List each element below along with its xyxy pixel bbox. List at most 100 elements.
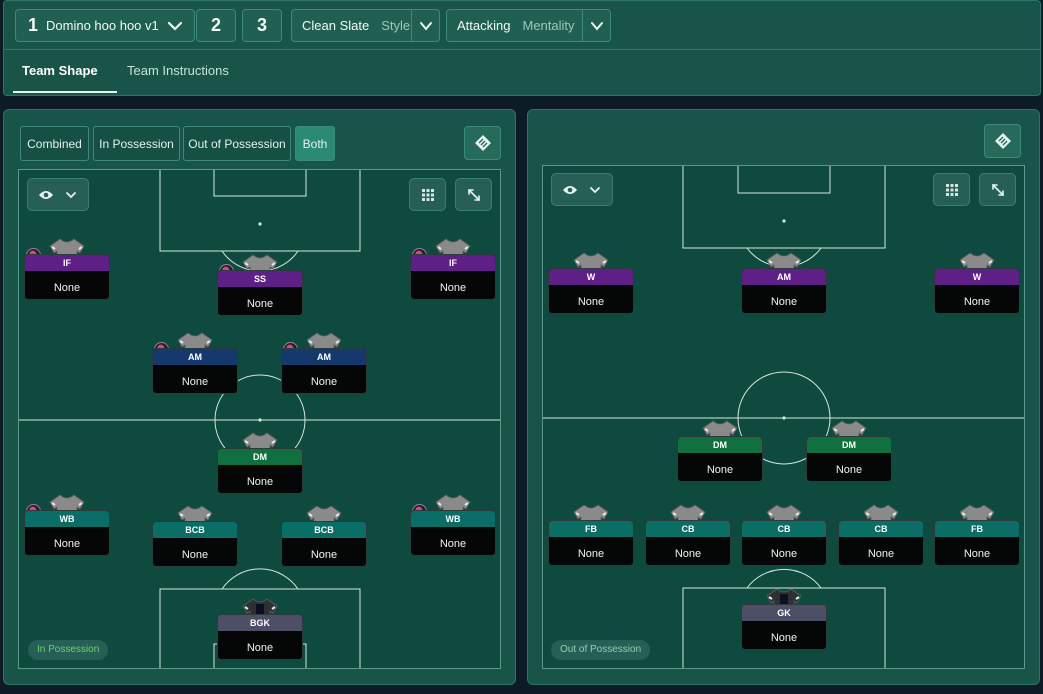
- player-card[interactable]: W None: [934, 268, 1020, 314]
- player-role: W: [549, 269, 633, 285]
- player-role: IF: [25, 255, 109, 271]
- player-role: SS: [218, 271, 302, 287]
- player-card[interactable]: CB None: [645, 520, 731, 566]
- player-slot[interactable]: AM None: [741, 252, 827, 314]
- player-card[interactable]: DM None: [677, 436, 763, 482]
- style-value: Clean Slate: [302, 18, 370, 33]
- player-card[interactable]: W None: [548, 268, 634, 314]
- right-grid-button[interactable]: [933, 173, 970, 206]
- player-role: AM: [153, 349, 237, 365]
- player-slot[interactable]: IF None: [24, 238, 110, 300]
- player-card[interactable]: IF None: [410, 254, 496, 300]
- player-slot[interactable]: IF None: [410, 238, 496, 300]
- player-slot[interactable]: DM None: [217, 432, 303, 494]
- left-pitch-options-button[interactable]: [464, 126, 501, 160]
- player-card[interactable]: DM None: [217, 448, 303, 494]
- player-slot[interactable]: WB None: [24, 494, 110, 556]
- expand-icon: [467, 188, 480, 201]
- pitch-diamond-icon: [474, 135, 491, 151]
- player-duty: None: [963, 296, 991, 308]
- tactic-slot-3-button[interactable]: 3: [242, 9, 282, 42]
- player-role: W: [935, 269, 1019, 285]
- player-card[interactable]: CB None: [741, 520, 827, 566]
- player-card[interactable]: CB None: [838, 520, 924, 566]
- player-slot[interactable]: BGK None: [217, 598, 303, 660]
- player-slot[interactable]: DM None: [806, 420, 892, 482]
- player-slot[interactable]: W None: [934, 252, 1020, 314]
- tactic-slot-2-button[interactable]: 2: [196, 9, 236, 42]
- player-card[interactable]: SS None: [217, 270, 303, 316]
- player-role: AM: [742, 269, 826, 285]
- player-card[interactable]: BCB None: [281, 521, 367, 567]
- player-duty: None: [246, 476, 274, 488]
- tab-team-shape[interactable]: Team Shape: [22, 63, 98, 78]
- player-role: GK: [742, 605, 826, 621]
- grid-dots-icon: [421, 188, 434, 201]
- player-role: BCB: [153, 522, 237, 538]
- player-slot[interactable]: BCB None: [152, 505, 238, 567]
- phase-out-of-possession-button[interactable]: Out of Possession: [183, 126, 291, 161]
- player-role: BGK: [218, 615, 302, 631]
- player-card[interactable]: WB None: [410, 510, 496, 556]
- player-duty: None: [53, 282, 81, 294]
- mentality-dropdown[interactable]: Attacking Mentality: [446, 9, 611, 42]
- right-expand-button[interactable]: [979, 173, 1016, 206]
- player-duty: None: [674, 548, 702, 560]
- player-slot[interactable]: FB None: [548, 504, 634, 566]
- player-role: BCB: [282, 522, 366, 538]
- player-card[interactable]: DM None: [806, 436, 892, 482]
- player-slot[interactable]: AM None: [281, 332, 367, 394]
- left-expand-button[interactable]: [455, 178, 492, 211]
- player-card[interactable]: FB None: [548, 520, 634, 566]
- chevron-down-icon: [167, 21, 183, 31]
- player-card[interactable]: BCB None: [152, 521, 238, 567]
- player-card[interactable]: WB None: [24, 510, 110, 556]
- player-slot[interactable]: SS None: [217, 254, 303, 316]
- phase-combined-button[interactable]: Combined: [20, 126, 89, 161]
- tactic-name: Domino hoo hoo v1: [46, 18, 159, 33]
- player-card[interactable]: AM None: [152, 348, 238, 394]
- player-slot[interactable]: WB None: [410, 494, 496, 556]
- player-role: FB: [549, 521, 633, 537]
- mentality-dropdown-toggle[interactable]: [582, 10, 610, 41]
- player-card[interactable]: IF None: [24, 254, 110, 300]
- right-pitch-options-button[interactable]: [984, 124, 1021, 158]
- style-dropdown-toggle[interactable]: [411, 10, 439, 41]
- player-duty: None: [577, 296, 605, 308]
- player-slot[interactable]: W None: [548, 252, 634, 314]
- player-slot[interactable]: BCB None: [281, 505, 367, 567]
- chevron-down-icon: [590, 186, 600, 193]
- player-slot[interactable]: FB None: [934, 504, 1020, 566]
- player-slot[interactable]: CB None: [838, 504, 924, 566]
- player-duty: None: [577, 548, 605, 560]
- pitch-diamond-icon: [994, 133, 1011, 149]
- player-slot[interactable]: CB None: [645, 504, 731, 566]
- player-role: DM: [218, 449, 302, 465]
- style-label: Style: [381, 18, 411, 33]
- tab-team-instructions[interactable]: Team Instructions: [127, 63, 229, 78]
- player-slot[interactable]: GK None: [741, 588, 827, 650]
- left-view-toggle[interactable]: [27, 178, 89, 211]
- tactic-selector[interactable]: 1 Domino hoo hoo v1: [15, 9, 195, 42]
- phase-in-possession-button[interactable]: In Possession: [93, 126, 180, 161]
- right-view-toggle[interactable]: [551, 173, 613, 206]
- player-slot[interactable]: CB None: [741, 504, 827, 566]
- player-duty: None: [963, 548, 991, 560]
- left-grid-button[interactable]: [409, 178, 446, 211]
- player-slot[interactable]: AM None: [152, 332, 238, 394]
- eye-icon: [563, 185, 577, 194]
- tactic-number: 1: [28, 15, 39, 35]
- player-duty: None: [181, 376, 209, 388]
- player-role: DM: [678, 437, 762, 453]
- eye-icon: [39, 190, 53, 199]
- player-slot[interactable]: DM None: [677, 420, 763, 482]
- player-card[interactable]: GK None: [741, 604, 827, 650]
- player-card[interactable]: AM None: [741, 268, 827, 314]
- style-dropdown[interactable]: Clean Slate Style: [291, 9, 440, 42]
- player-card[interactable]: BGK None: [217, 614, 303, 660]
- player-card[interactable]: FB None: [934, 520, 1020, 566]
- mentality-value: Attacking: [457, 18, 511, 33]
- player-card[interactable]: AM None: [281, 348, 367, 394]
- player-duty: None: [867, 548, 895, 560]
- phase-both-button[interactable]: Both: [295, 126, 335, 161]
